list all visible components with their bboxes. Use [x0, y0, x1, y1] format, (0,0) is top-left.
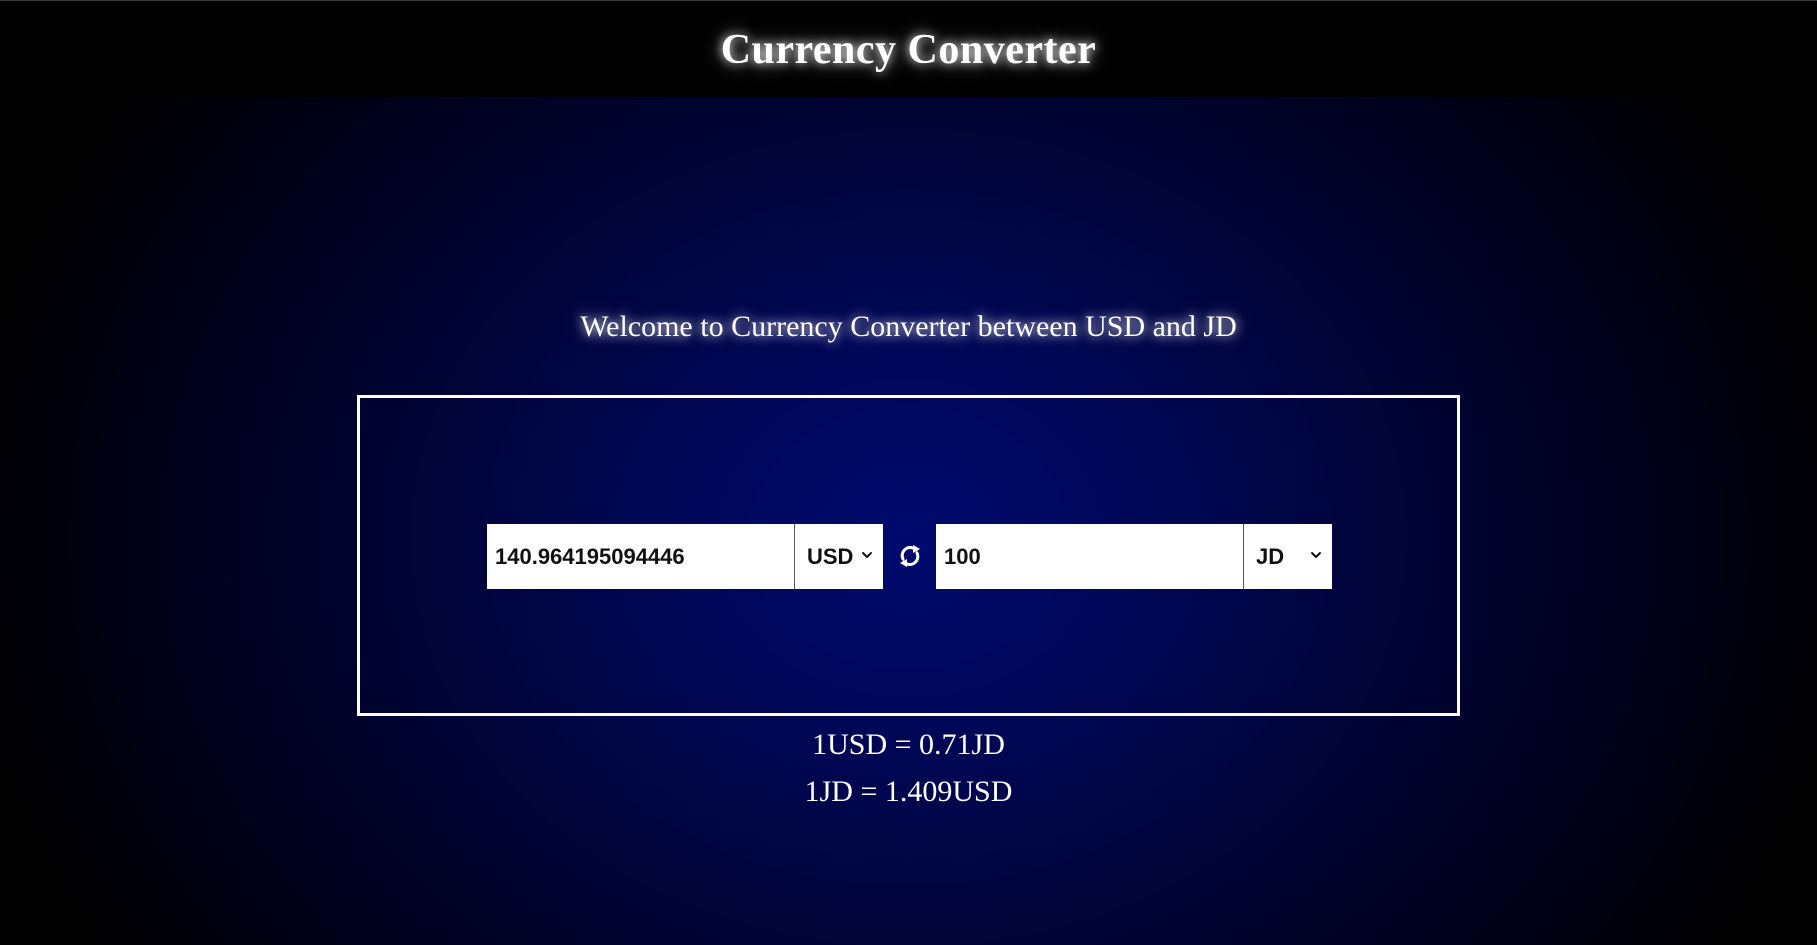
from-amount-input[interactable] — [487, 524, 795, 589]
rate-jd-to-usd: 1JD = 1.409USD — [804, 775, 1013, 808]
swap-arrows-icon[interactable] — [895, 541, 925, 571]
converter-box: USD JD — [357, 395, 1460, 716]
to-amount-input[interactable] — [936, 524, 1244, 589]
to-field-group: JD — [936, 524, 1332, 589]
app-title: Currency Converter — [720, 27, 1097, 73]
from-currency-value: USD — [807, 543, 854, 569]
from-field-group: USD — [487, 524, 883, 589]
from-currency-select[interactable]: USD — [795, 524, 883, 589]
to-currency-select[interactable]: JD — [1244, 524, 1332, 589]
page: Currency Converter Welcome to Currency C… — [0, 0, 1817, 945]
app-header: Currency Converter — [0, 0, 1817, 97]
chevron-down-icon — [1311, 552, 1321, 558]
welcome-message: Welcome to Currency Converter between US… — [580, 310, 1237, 343]
main-area: Welcome to Currency Converter between US… — [0, 97, 1817, 945]
rate-usd-to-jd: 1USD = 0.71JD — [812, 728, 1005, 761]
chevron-down-icon — [862, 552, 872, 558]
to-currency-value: JD — [1256, 543, 1285, 569]
